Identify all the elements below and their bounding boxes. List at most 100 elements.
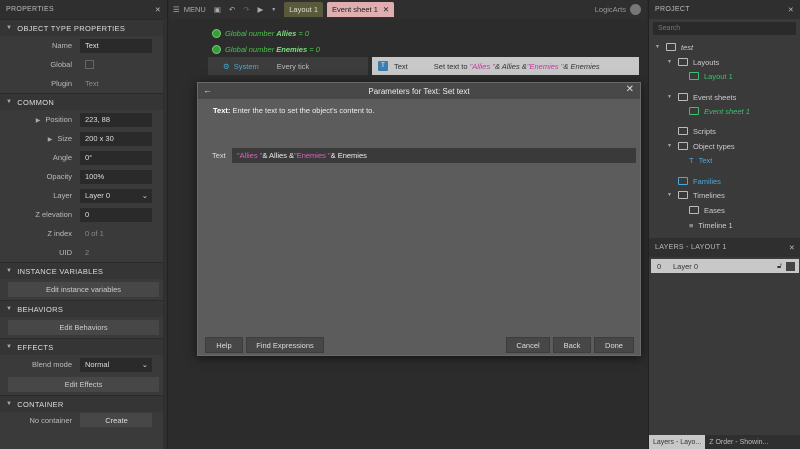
tree-timeline-1[interactable]: ≡ Timeline 1 — [689, 219, 733, 231]
tab-layout-1[interactable]: Layout 1 — [284, 2, 324, 17]
project-search-input[interactable]: Search — [653, 22, 796, 35]
text-expression-input[interactable]: "Allies " & Allies & "Enemies " & Enemie… — [232, 148, 636, 163]
properties-title: PROPERTIES — [6, 6, 54, 13]
dialog-title-bar: ← Parameters for Text: Set text ✕ — [198, 83, 640, 99]
parameters-dialog: ← Parameters for Text: Set text ✕ Text: … — [197, 82, 641, 356]
undo-icon[interactable]: ↶ — [225, 5, 239, 14]
event-row[interactable]: ⚙ System Every tick T Text Set text to "… — [208, 57, 639, 75]
tree-event-sheets[interactable]: ▼ Event sheets — [667, 91, 736, 103]
collapse-triangle-icon[interactable]: ▼ — [6, 99, 12, 105]
dialog-title: Parameters for Text: Set text — [368, 86, 470, 96]
project-title-bar: PROJECT ✕ — [649, 0, 800, 19]
tree-scripts[interactable]: Scripts — [678, 125, 716, 137]
close-icon[interactable]: ✕ — [155, 6, 161, 14]
position-input[interactable]: 223, 88 — [80, 112, 152, 127]
tree-object-types[interactable]: ▼ Object types — [667, 140, 735, 152]
opacity-input[interactable]: 100% — [80, 169, 152, 184]
prop-blend-mode: Blend mode Normal ⌄ — [0, 355, 167, 374]
save-icon[interactable]: ▣ — [210, 5, 225, 14]
layer-row[interactable]: 0 Layer 0 🔓︎ — [651, 259, 799, 273]
section-common[interactable]: ▼ COMMON — [0, 93, 167, 110]
text-object-icon: T — [378, 61, 388, 71]
folder-icon — [678, 58, 688, 66]
expand-triangle-icon[interactable]: ▶ — [36, 118, 41, 124]
prop-opacity: Opacity 100% — [0, 167, 167, 186]
collapse-triangle-icon[interactable]: ▼ — [6, 344, 12, 350]
done-button[interactable]: Done — [594, 337, 634, 353]
prop-zelevation: Z elevation 0 — [0, 205, 167, 224]
close-icon[interactable]: ✕ — [383, 5, 389, 14]
close-icon[interactable]: ✕ — [788, 6, 794, 14]
angle-input[interactable]: 0° — [80, 150, 152, 165]
cancel-button[interactable]: Cancel — [506, 337, 550, 353]
prop-zindex: Z index 0 of 1 — [47, 229, 104, 238]
folder-icon — [666, 43, 676, 51]
close-icon[interactable]: ✕ — [789, 244, 795, 252]
global-checkbox[interactable] — [85, 60, 94, 69]
back-button[interactable]: Back — [553, 337, 591, 353]
prop-name: Name Text — [0, 36, 167, 55]
layer-select[interactable]: Layer 0 ⌄ — [80, 188, 152, 203]
edit-behaviors-button[interactable]: Edit Behaviors — [8, 320, 159, 335]
section-behaviors[interactable]: ▼ BEHAVIORS — [0, 300, 167, 317]
collapse-triangle-icon[interactable]: ▼ — [6, 306, 12, 312]
text-object-icon: T — [689, 155, 694, 165]
brand-logo-icon — [630, 4, 641, 15]
name-input[interactable]: Text — [80, 38, 152, 53]
edit-instance-variables-button[interactable]: Edit instance variables — [8, 282, 159, 297]
tree-object-text[interactable]: T Text — [689, 154, 712, 166]
play-dropdown-icon[interactable]: ▼ — [267, 7, 280, 13]
prop-position: ▶ Position 223, 88 — [0, 110, 167, 129]
expand-triangle-icon[interactable]: ▶ — [48, 137, 53, 143]
blend-mode-select[interactable]: Normal ⌄ — [80, 357, 152, 372]
zelevation-input[interactable]: 0 — [80, 207, 152, 222]
tree-layouts[interactable]: ▼ Layouts — [667, 56, 719, 68]
layout-icon — [689, 72, 699, 80]
lock-icon[interactable]: 🔓︎ — [777, 261, 782, 271]
globe-icon — [212, 28, 221, 38]
properties-title-bar: PROPERTIES ✕ — [0, 0, 167, 19]
bottom-tabs: Layers - Layo... Z Order - Showin... — [649, 435, 800, 449]
close-icon[interactable]: ✕ — [626, 84, 634, 95]
project-panel: PROJECT ✕ Search ▼ test ▼ Layouts Layout 1… — [648, 0, 800, 449]
tree-root[interactable]: ▼ test — [655, 41, 693, 53]
back-arrow-icon[interactable]: ← — [203, 85, 212, 95]
folder-icon — [678, 127, 688, 135]
tree-timelines[interactable]: ▼ Timelines — [667, 189, 725, 201]
layers-title-bar: LAYERS - LAYOUT 1 ✕ — [649, 238, 800, 257]
param-row-text: Text "Allies " & Allies & "Enemies " & E… — [212, 148, 636, 163]
visibility-checkbox[interactable] — [786, 261, 795, 271]
collapse-triangle-icon[interactable]: ▼ — [6, 401, 12, 407]
main-toolbar: ☰ MENU ▣ ↶ ↷ ▶ ▼ Layout 1 Event sheet 1 ✕ … — [169, 0, 647, 19]
tab-z-order[interactable]: Z Order - Showin... — [705, 435, 800, 449]
tree-eases[interactable]: Eases — [689, 204, 725, 216]
help-button[interactable]: Help — [205, 337, 243, 353]
section-instance-variables[interactable]: ▼ INSTANCE VARIABLES — [0, 262, 167, 279]
global-variable-allies[interactable]: Global number Allies = 0 — [212, 26, 309, 40]
prop-uid: UID 2 — [59, 248, 90, 257]
section-object-type[interactable]: ▼ OBJECT TYPE PROPERTIES — [0, 19, 167, 36]
play-icon[interactable]: ▶ — [254, 5, 268, 14]
size-input[interactable]: 200 x 30 — [80, 131, 152, 146]
tab-layers[interactable]: Layers - Layo... — [649, 435, 706, 449]
prop-container: No container Create — [0, 412, 167, 428]
global-variable-enemies[interactable]: Global number Enemies = 0 — [212, 42, 320, 56]
redo-icon[interactable]: ↷ — [239, 5, 253, 14]
tree-layout-1[interactable]: Layout 1 — [689, 70, 733, 82]
section-container[interactable]: ▼ CONTAINER — [0, 395, 167, 412]
properties-scrollbar[interactable] — [163, 19, 167, 449]
event-condition[interactable]: ⚙ System Every tick — [208, 57, 368, 75]
folder-icon — [678, 177, 688, 185]
collapse-triangle-icon[interactable]: ▼ — [6, 268, 12, 274]
find-expressions-button[interactable]: Find Expressions — [246, 337, 324, 353]
edit-effects-button[interactable]: Edit Effects — [8, 377, 159, 392]
collapse-triangle-icon[interactable]: ▼ — [6, 25, 12, 31]
tree-event-sheet-1[interactable]: Event sheet 1 — [689, 105, 750, 117]
menu-button[interactable]: ☰ MENU — [169, 5, 210, 14]
prop-size: ▶ Size 200 x 30 — [0, 129, 167, 148]
section-effects[interactable]: ▼ EFFECTS — [0, 338, 167, 355]
tree-families[interactable]: Families — [678, 175, 721, 187]
create-container-button[interactable]: Create — [80, 413, 152, 427]
event-action[interactable]: T Text Set text to "Allies " & Allies & … — [372, 57, 639, 75]
tab-event-sheet-1[interactable]: Event sheet 1 ✕ — [327, 2, 395, 17]
